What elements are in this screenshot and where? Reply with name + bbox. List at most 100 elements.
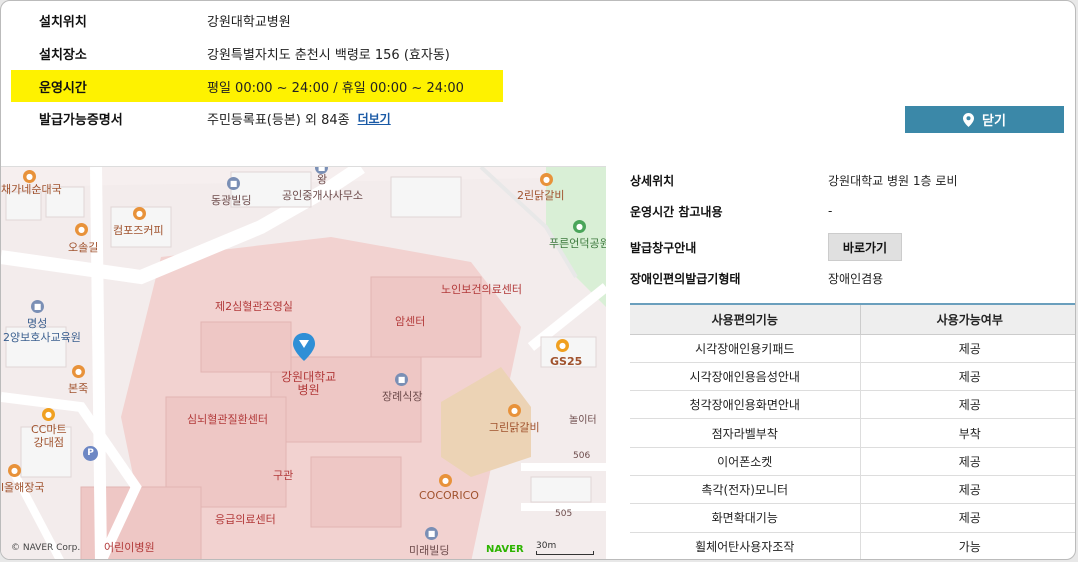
window-row: 발급창구안내 바로가기 xyxy=(630,232,902,262)
map-view[interactable]: ● 채가네순대국 왕 ■ 공인중개사사무소 ■ 동광빌딩 ● 2린닭갈비 ● 컴… xyxy=(1,166,606,559)
feature-name: 시각장애인용키패드 xyxy=(630,334,861,363)
restaurant-icon[interactable]: ● xyxy=(439,474,452,487)
map-label-cardio-center: 심뇌혈관질환센터 xyxy=(187,413,268,426)
mart-icon[interactable]: ● xyxy=(42,408,55,421)
map-label-children: 어린이병원 xyxy=(104,541,155,554)
table-row: 촉각(전자)모니터 제공 xyxy=(630,475,1075,505)
map-label-bonjuk: 본죽 xyxy=(68,382,89,395)
certs-value: 주민등록표(등본) 외 84종 xyxy=(207,112,350,128)
map-label-cc-mart: CC마트 강대점 xyxy=(31,423,67,449)
parking-icon[interactable]: P xyxy=(83,446,98,461)
map-label-hospital[interactable]: 강원대학교 병원 xyxy=(281,371,336,397)
feature-name: 화면확대기능 xyxy=(630,503,861,533)
hours-label: 운영시간 xyxy=(39,80,87,96)
building-icon: ■ xyxy=(227,177,240,190)
table-row: 시각장애인용음성안내 제공 xyxy=(630,362,1075,392)
gas-station-icon[interactable]: ● xyxy=(556,339,569,352)
table-row: 시각장애인용키패드 제공 xyxy=(630,334,1075,363)
map-label-education: 2양보호사교육원 xyxy=(3,331,81,344)
restaurant-icon[interactable]: ● xyxy=(8,464,21,477)
hours-note-row: 운영시간 참고내용 - xyxy=(630,199,832,223)
map-label-notary: 공인중개사사무소 xyxy=(282,189,363,202)
map-label-cocorico: COCORICO xyxy=(419,489,479,502)
feature-name: 시각장애인용음성안내 xyxy=(630,362,861,392)
certs-row: 발급가능증명서 주민등록표(등본) 외 84종 더보기 xyxy=(11,102,503,134)
naver-logo: NAVER xyxy=(486,544,524,555)
feature-status: 제공 xyxy=(860,503,1075,533)
map-label-park1: 푸른언덕공원 xyxy=(549,237,606,250)
detail-location-value: 강원대학교 병원 1층 로비 xyxy=(828,173,958,188)
feature-status: 제공 xyxy=(860,447,1075,476)
table-row: 이어폰소켓 제공 xyxy=(630,447,1075,476)
hours-value: 평일 00:00 ~ 24:00 / 휴일 00:00 ~ 24:00 xyxy=(207,80,464,96)
table-row: 점자라벨부착 부착 xyxy=(630,418,1075,448)
more-link[interactable]: 더보기 xyxy=(358,110,391,127)
restaurant-icon[interactable]: ● xyxy=(540,173,553,186)
park-icon[interactable]: ● xyxy=(573,220,586,233)
location-row: 설치위치 강원대학교병원 xyxy=(11,4,503,36)
detail-location-label: 상세위치 xyxy=(630,173,675,188)
accessible-value: 장애인겸용 xyxy=(828,271,884,286)
feature-name: 촉각(전자)모니터 xyxy=(630,475,861,505)
map-label-restaurant1: 채가네순대국 xyxy=(1,183,62,196)
map-scale-bar xyxy=(536,551,594,555)
feature-status: 제공 xyxy=(860,362,1075,392)
map-label-senior-center: 노인보건의료센터 xyxy=(441,283,522,296)
map-label-building1: 동광빌딩 xyxy=(211,194,252,207)
feature-status: 제공 xyxy=(860,334,1075,363)
map-label-galbi1: 2린닭갈비 xyxy=(517,189,565,202)
table-row: 화면확대기능 제공 xyxy=(630,503,1075,533)
place-value: 강원특별자치도 춘천시 백령로 156 (효자동) xyxy=(207,47,450,63)
restaurant-icon[interactable]: ● xyxy=(508,404,521,417)
map-label-haejang: l올해장국 xyxy=(1,481,45,494)
map-canvas xyxy=(1,167,606,559)
features-header-row: 사용편의기능 사용가능여부 xyxy=(630,303,1075,335)
map-label-old-wing: 구관 xyxy=(273,469,294,482)
feature-status: 가능 xyxy=(860,532,1075,559)
cafe-icon[interactable]: ● xyxy=(133,207,146,220)
map-copyright: © NAVER Corp. xyxy=(11,543,81,553)
accessible-row: 장애인편의발급기형태 장애인겸용 xyxy=(630,266,883,290)
map-label-road506: 506 xyxy=(573,451,591,461)
hours-row: 운영시간 평일 00:00 ~ 24:00 / 휴일 00:00 ~ 24:00 xyxy=(11,70,503,102)
map-label-road505: 505 xyxy=(555,509,573,519)
certs-label: 발급가능증명서 xyxy=(39,112,123,128)
close-button[interactable]: 닫기 xyxy=(905,106,1064,133)
location-label: 설치위치 xyxy=(39,14,87,30)
map-label-heart-center: 제2심혈관조영실 xyxy=(215,300,293,313)
go-button[interactable]: 바로가기 xyxy=(828,233,902,261)
location-value: 강원대학교병원 xyxy=(207,14,291,30)
map-label-playground: 놀이터 xyxy=(569,415,597,426)
map-scale-label: 30m xyxy=(536,541,557,551)
detail-location-row: 상세위치 강원대학교 병원 1층 로비 xyxy=(630,168,957,192)
feature-name: 이어폰소켓 xyxy=(630,447,861,476)
window-label: 발급창구안내 xyxy=(630,240,697,255)
building-icon: ■ xyxy=(425,527,438,540)
restaurant-icon[interactable]: ● xyxy=(72,365,85,378)
features-table: 사용편의기능 사용가능여부 시각장애인용키패드 제공 시각장애인용음성안내 제공 청… xyxy=(630,303,1075,559)
feature-status: 제공 xyxy=(860,475,1075,505)
building-icon: ■ xyxy=(395,373,408,386)
place-label: 설치장소 xyxy=(39,47,87,63)
close-button-label: 닫기 xyxy=(982,114,1006,129)
feature-status: 제공 xyxy=(860,390,1075,420)
map-label-mirae: 미래빌딩 xyxy=(409,544,450,557)
map-label-cancer-center: 암센터 xyxy=(395,315,426,328)
place-row: 설치장소 강원특별자치도 춘천시 백령로 156 (효자동) xyxy=(11,37,503,69)
features-header-availability: 사용가능여부 xyxy=(860,303,1075,335)
table-row: 청각장애인용화면안내 제공 xyxy=(630,390,1075,420)
map-label-osulgil: 오솔길 xyxy=(68,241,99,254)
feature-name: 청각장애인용화면안내 xyxy=(630,390,861,420)
restaurant-icon[interactable]: ● xyxy=(75,223,88,236)
hours-note-label: 운영시간 참고내용 xyxy=(630,204,723,219)
building-icon: ■ xyxy=(31,300,44,313)
kiosk-info-panel: 설치위치 강원대학교병원 설치장소 강원특별자치도 춘천시 백령로 156 (효… xyxy=(0,0,1076,560)
table-row: 휠체어탄사용자조작 가능 xyxy=(630,532,1075,559)
feature-name: 점자라벨부착 xyxy=(630,418,861,448)
map-label-gs25: GS25 xyxy=(550,355,583,368)
feature-name: 휠체어탄사용자조작 xyxy=(630,532,861,559)
map-label-emergency: 응급의료센터 xyxy=(215,513,276,526)
feature-status: 부착 xyxy=(860,418,1075,448)
map-label-funeral: 장례식장 xyxy=(382,390,423,403)
map-label-galbi2: 그린닭갈비 xyxy=(489,421,540,434)
